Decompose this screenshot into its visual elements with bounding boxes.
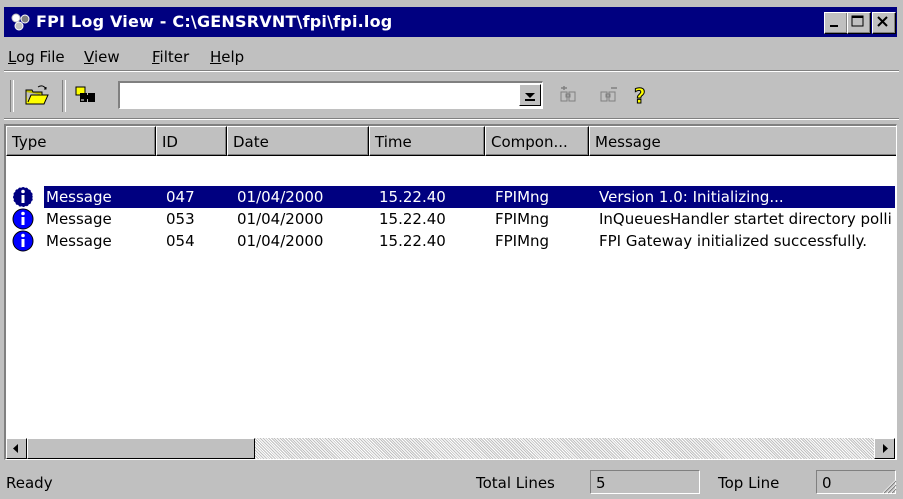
menu-filter-mnemonic: F <box>152 48 160 66</box>
cell-time: 15.22.40 <box>379 232 446 250</box>
find-icon <box>75 86 95 102</box>
menu-view-label: iew <box>93 48 120 66</box>
menu-help-mnemonic: H <box>210 48 222 66</box>
menu-filter-label: ilter <box>159 48 190 66</box>
cell-component: FPIMng <box>495 188 550 206</box>
toolbar-separator-line <box>4 118 899 120</box>
find-next-icon <box>560 86 576 102</box>
toolbar-separator <box>62 80 66 112</box>
search-combo[interactable] <box>118 81 543 109</box>
cell-date: 01/04/2000 <box>237 210 324 228</box>
resize-grip-icon[interactable] <box>879 476 897 494</box>
open-log-button[interactable] <box>20 80 54 112</box>
open-folder-icon <box>25 85 49 105</box>
search-dropdown-button[interactable] <box>519 84 541 106</box>
svg-text:?: ? <box>634 84 646 108</box>
cell-id: 053 <box>166 210 195 228</box>
help-button[interactable]: ? <box>624 80 658 112</box>
arrow-left-icon <box>13 444 18 453</box>
menu-help[interactable]: Help <box>210 48 244 66</box>
column-header-id[interactable]: ID <box>156 126 227 156</box>
window-title: FPI Log View - C:\GENSRVNT\fpi\fpi.log <box>36 12 393 31</box>
search-input[interactable] <box>122 85 516 107</box>
table-row[interactable]: Message 054 01/04/2000 15.22.40 FPIMng F… <box>6 230 896 252</box>
column-header-component[interactable]: Compon... <box>485 126 589 156</box>
cell-date: 01/04/2000 <box>237 232 324 250</box>
cell-id: 047 <box>166 188 195 206</box>
cell-message: Version 1.0: Initializing... <box>599 188 784 206</box>
menu-help-label: elp <box>221 48 245 66</box>
menu-log-file[interactable]: Log File <box>8 48 65 66</box>
cell-type: Message <box>46 210 112 228</box>
scroll-right-button[interactable] <box>874 438 895 459</box>
column-header-type[interactable]: Type <box>6 126 156 156</box>
menu-view[interactable]: View <box>84 48 120 66</box>
toolbar: ? <box>4 74 899 116</box>
scrollbar-thumb[interactable] <box>27 438 255 459</box>
menu-separator <box>4 70 899 72</box>
close-button[interactable] <box>872 12 896 34</box>
horizontal-scrollbar[interactable] <box>6 438 895 459</box>
cell-message: FPI Gateway initialized successfully. <box>599 232 868 250</box>
cell-message: InQueuesHandler startet directory polli <box>599 210 892 228</box>
menu-view-mnemonic: V <box>84 48 94 66</box>
list-header: Type ID Date Time Compon... Message <box>6 126 896 156</box>
cell-time: 15.22.40 <box>379 188 446 206</box>
menu-log-file-mnemonic: L <box>8 48 17 66</box>
cell-type: Message <box>46 232 112 250</box>
maximize-button[interactable] <box>847 12 871 34</box>
menu-bar: Log File View Filter Help <box>4 40 899 70</box>
chevron-down-icon <box>525 93 535 101</box>
column-header-message[interactable]: Message <box>589 126 896 156</box>
app-window: FPI Log View - C:\GENSRVNT\fpi\fpi.log L… <box>0 0 903 499</box>
column-header-date[interactable]: Date <box>227 126 369 156</box>
cell-component: FPIMng <box>495 210 550 228</box>
status-text: Ready <box>6 474 53 492</box>
column-header-time[interactable]: Time <box>369 126 485 156</box>
find-previous-button[interactable] <box>592 80 626 112</box>
maximize-icon <box>851 15 864 27</box>
minimize-button[interactable] <box>824 12 848 34</box>
toolbar-grip <box>10 80 14 112</box>
cell-type: Message <box>46 188 112 206</box>
info-icon <box>12 186 34 208</box>
close-icon <box>877 16 888 27</box>
menu-log-file-label: og File <box>16 48 65 66</box>
table-row[interactable]: Message 053 01/04/2000 15.22.40 FPIMng I… <box>6 208 896 230</box>
minimize-icon <box>830 25 838 27</box>
title-bar[interactable]: FPI Log View - C:\GENSRVNT\fpi\fpi.log <box>4 7 897 37</box>
info-icon <box>12 230 34 252</box>
help-icon: ? <box>634 84 647 108</box>
menu-filter[interactable]: Filter <box>152 48 189 66</box>
cell-time: 15.22.40 <box>379 210 446 228</box>
table-row[interactable]: Message 047 01/04/2000 15.22.40 FPIMng V… <box>6 186 896 208</box>
app-icon <box>11 13 30 31</box>
cell-id: 054 <box>166 232 195 250</box>
total-lines-label: Total Lines <box>476 474 555 492</box>
cell-component: FPIMng <box>495 232 550 250</box>
info-icon <box>12 208 34 230</box>
total-lines-value: 5 <box>590 470 700 494</box>
log-list[interactable]: Type ID Date Time Compon... Message Mess… <box>4 124 897 460</box>
find-button[interactable] <box>70 80 104 112</box>
status-bar: Ready Total Lines 5 Top Line 0 <box>4 466 899 496</box>
cell-date: 01/04/2000 <box>237 188 324 206</box>
arrow-right-icon <box>883 444 888 453</box>
find-previous-icon <box>600 87 617 102</box>
scroll-left-button[interactable] <box>6 438 27 459</box>
top-line-label: Top Line <box>718 474 780 492</box>
find-next-button[interactable] <box>552 80 586 112</box>
